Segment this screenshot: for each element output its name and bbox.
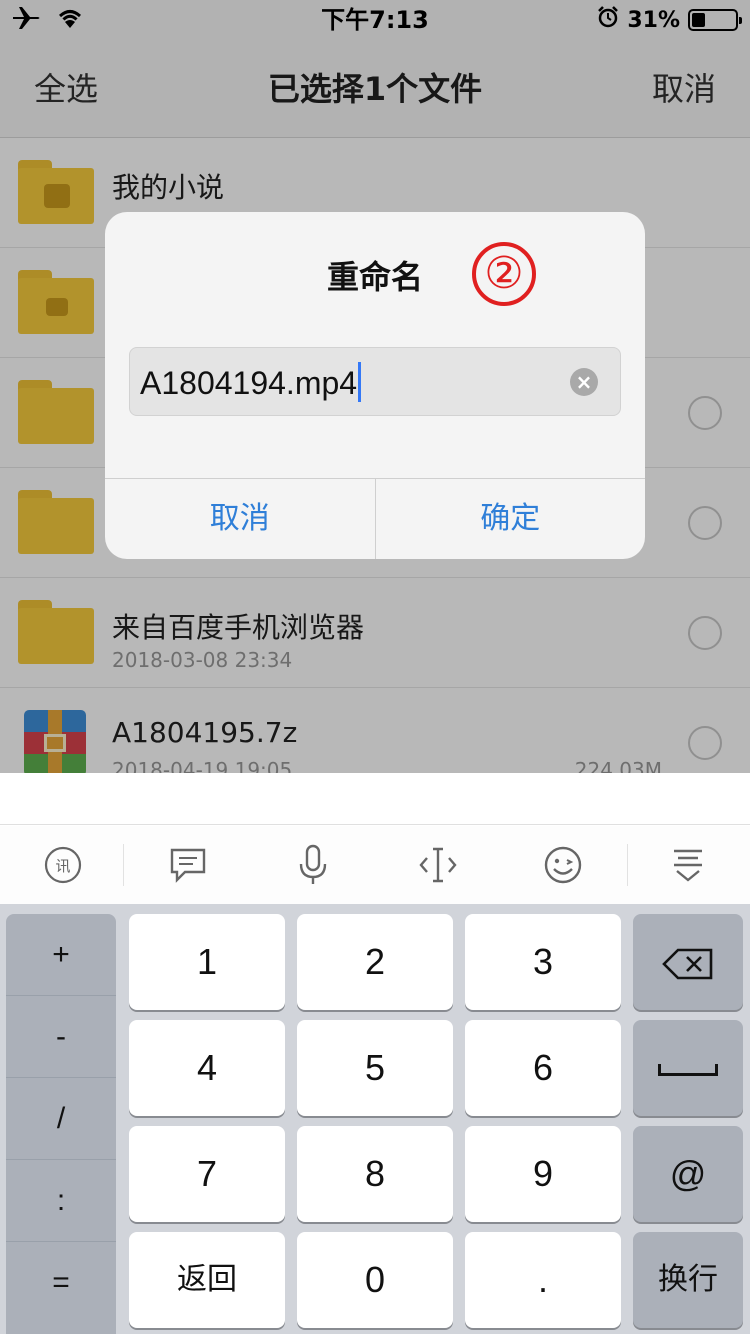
key-dot[interactable]: . [465, 1232, 621, 1328]
space-key[interactable] [633, 1020, 743, 1116]
rename-input[interactable]: A1804194.mp4 × [129, 347, 621, 416]
key-plus[interactable]: + [6, 914, 116, 996]
key-at[interactable]: @ [633, 1126, 743, 1222]
space-icon [658, 1064, 718, 1077]
input-method-icon[interactable]: 讯 [0, 826, 125, 904]
key-0[interactable]: 0 [297, 1232, 453, 1328]
key-9[interactable]: 9 [465, 1126, 621, 1222]
key-colon[interactable]: : [6, 1160, 116, 1242]
toolbar-divider [123, 844, 124, 886]
microphone-icon[interactable] [250, 826, 375, 904]
emoji-icon[interactable] [500, 826, 625, 904]
chat-bubble-icon[interactable] [125, 826, 250, 904]
svg-text:讯: 讯 [55, 857, 70, 875]
key-4[interactable]: 4 [129, 1020, 285, 1116]
key-5[interactable]: 5 [297, 1020, 453, 1116]
key-2[interactable]: 2 [297, 914, 453, 1010]
key-minus[interactable]: - [6, 996, 116, 1078]
key-8[interactable]: 8 [297, 1126, 453, 1222]
key-slash[interactable]: / [6, 1078, 116, 1160]
keyboard-toolbar: 讯 [0, 826, 750, 904]
backspace-icon [662, 949, 713, 980]
clear-icon[interactable]: × [570, 368, 598, 396]
key-3[interactable]: 3 [465, 914, 621, 1010]
key-equals[interactable]: = [6, 1242, 116, 1324]
keyboard-hide-icon[interactable] [625, 826, 750, 904]
cursor-move-icon[interactable] [375, 826, 500, 904]
back-key[interactable]: 返回 [129, 1232, 285, 1328]
rename-dialog: 重命名 ② A1804194.mp4 × 取消 确定 [105, 212, 645, 559]
backspace-key[interactable] [633, 914, 743, 1010]
dialog-buttons: 取消 确定 [105, 478, 645, 559]
key-1[interactable]: 1 [129, 914, 285, 1010]
keyboard-accessory-bar [0, 773, 750, 825]
symbol-side-panel[interactable]: + - / : = [6, 914, 116, 1334]
dialog-confirm-button[interactable]: 确定 [374, 479, 646, 559]
rename-input-value[interactable]: A1804194.mp4 [140, 362, 362, 402]
numeric-keyboard: + - / : = 1 2 3 4 5 6 7 8 9 @ 返回 0 . 换行 [0, 904, 750, 1334]
step-annotation: ② [472, 242, 536, 306]
text-caret [358, 362, 362, 402]
key-6[interactable]: 6 [465, 1020, 621, 1116]
toolbar-divider [627, 844, 628, 886]
return-key[interactable]: 换行 [633, 1232, 743, 1328]
dialog-title: 重命名 [326, 258, 423, 296]
dialog-cancel-button[interactable]: 取消 [105, 479, 375, 559]
key-7[interactable]: 7 [129, 1126, 285, 1222]
